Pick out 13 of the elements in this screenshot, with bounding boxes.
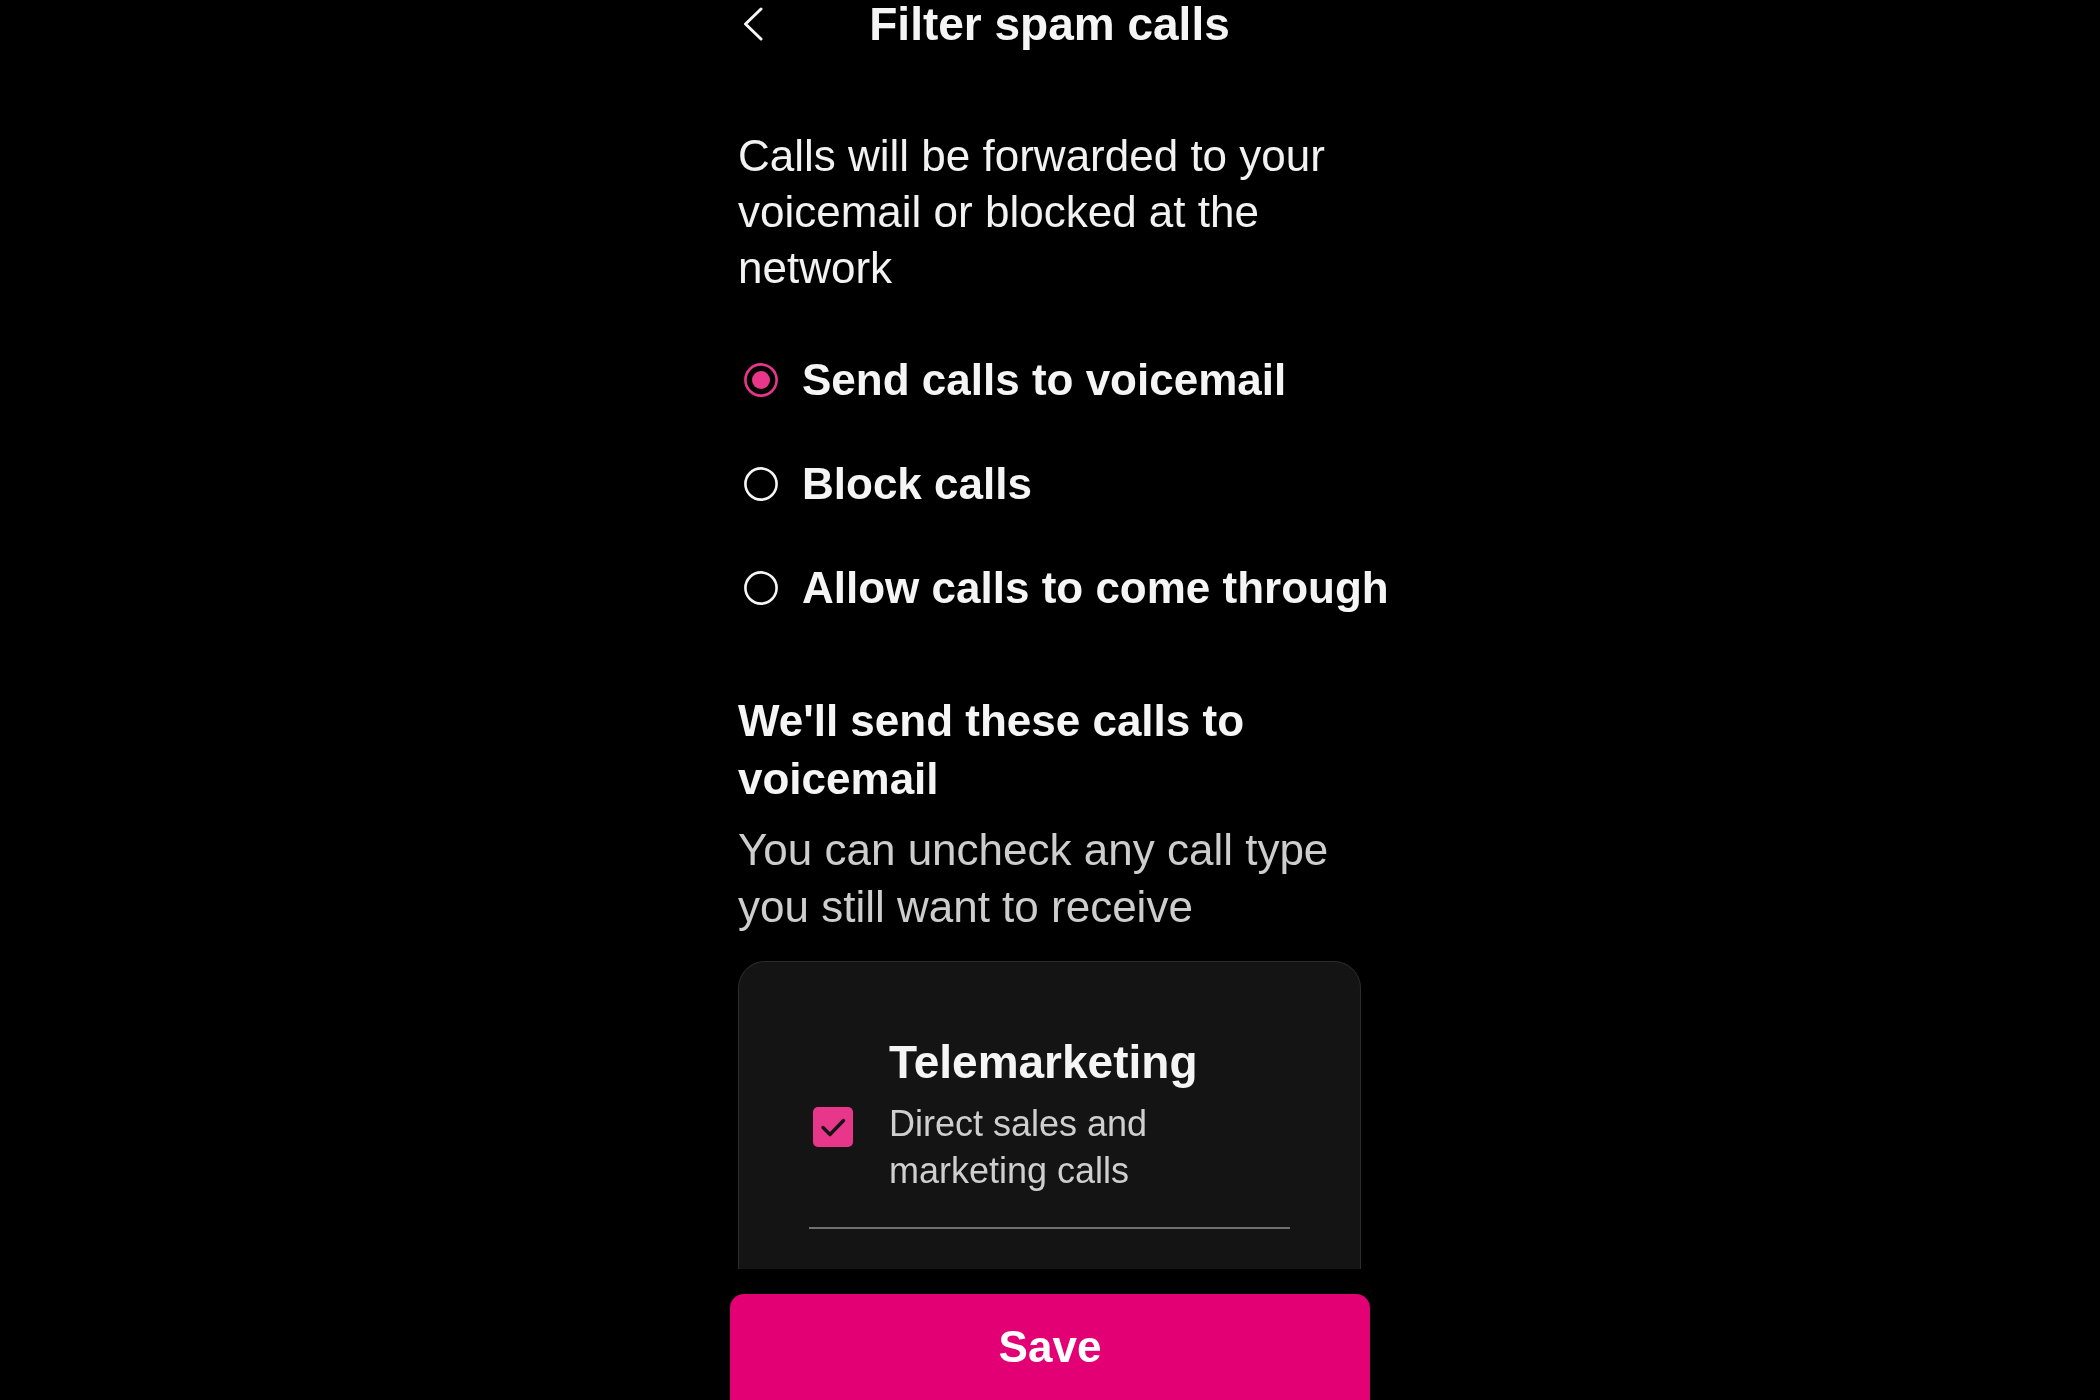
call-type-title: Telemarketing [889,1035,1199,1090]
radio-label[interactable]: Block calls [802,456,1032,512]
radio-label[interactable]: Allow calls to come through [802,560,1389,616]
back-icon[interactable] [743,7,763,41]
call-type-description: Direct sales and marketing calls [889,1102,1149,1193]
section-heading: We'll send these calls to voicemail [738,695,1246,805]
description-text: Calls will be forwarded to your voicemail or blocked at the network [738,130,1326,294]
checkbox[interactable] [813,1107,853,1147]
radio-button[interactable] [744,363,778,397]
radio-label[interactable]: Send calls to voicemail [802,352,1287,408]
screen-title: Filter spam calls [868,0,1231,48]
save-button[interactable]: Save [730,1294,1370,1400]
section-subtitle: You can uncheck any call type you still want to receive [738,824,1330,933]
